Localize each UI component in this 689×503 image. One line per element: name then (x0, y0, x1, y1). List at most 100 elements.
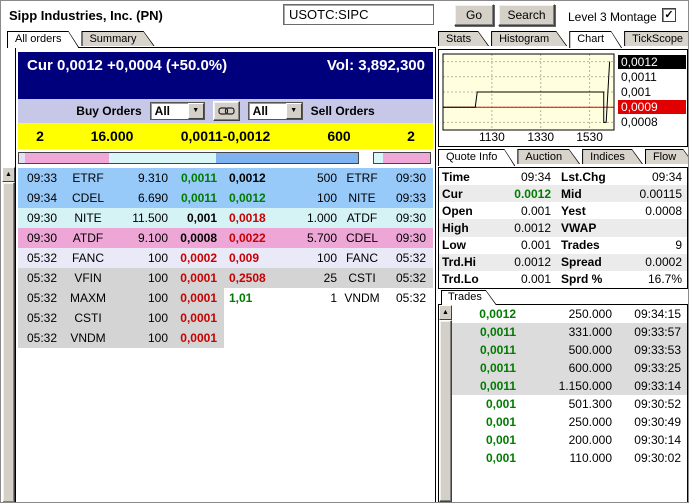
level3-montage-window: Sipp Industries, Inc. (PN) Go Search Lev… (0, 0, 689, 503)
order-book-row[interactable]: 09:34CDEL6.6900,00110,0012100NITE09:33 (18, 188, 433, 208)
sell-filter-value: All (249, 103, 286, 119)
trades-scrollbar[interactable]: ▲ (439, 305, 452, 502)
topbar: Sipp Industries, Inc. (PN) Go Search Lev… (1, 1, 688, 31)
chart-y-axis-label: 0,0011 (618, 70, 686, 84)
quote-info-row: Time09:34Lst.Chg09:34 (439, 168, 687, 185)
symbol-input[interactable] (283, 4, 434, 25)
book-scrollbar[interactable]: ▲ (2, 167, 15, 503)
ask-price: 0,009 (224, 251, 286, 265)
bid-price: 0,001 (168, 211, 224, 225)
tab-quote-info[interactable]: Quote Info (438, 149, 515, 166)
quote-label: Open (439, 204, 489, 218)
tab-histogram[interactable]: Histogram (491, 31, 567, 46)
search-button[interactable]: Search (498, 4, 555, 26)
bid-price: 0,0011 (168, 171, 224, 185)
order-book-row[interactable]: 05:32CSTI1000,0001 (18, 308, 433, 328)
tab-trades[interactable]: Trades (441, 290, 497, 305)
trade-size: 331.000 (516, 325, 612, 339)
ask-size: 500 (286, 171, 337, 185)
quote-info-row: Low0.001Trades9 (439, 237, 687, 254)
bid-time: 05:32 (18, 331, 62, 345)
ask-mm: FANC (337, 251, 387, 265)
chevron-down-icon[interactable]: ▼ (188, 103, 204, 119)
bid-mm: FANC (62, 251, 114, 265)
quote-label: Trd.Hi (439, 255, 489, 269)
tab-summary[interactable]: Summary (81, 31, 154, 46)
ask-half: 0,009100FANC05:32 (224, 248, 433, 268)
bid-size: 11.500 (114, 211, 168, 225)
tab-tickscope[interactable]: TickScope (624, 31, 689, 46)
bid-half: 09:30NITE11.5000,001 (18, 208, 224, 228)
quote-label: Mid (551, 187, 615, 201)
scrollbar-thumb[interactable] (439, 320, 452, 502)
quote-value: 09:34 (489, 170, 551, 184)
chevron-down-icon[interactable]: ▼ (286, 103, 302, 119)
order-book-row[interactable]: 05:32MAXM1000,00011,011VNDM05:32 (18, 288, 433, 308)
quote-label: Trades (551, 238, 615, 252)
quote-label: Spread (551, 255, 615, 269)
link-filters-button[interactable] (213, 101, 240, 121)
tab-flow[interactable]: Flow (645, 149, 689, 164)
bid-half: 05:32VFIN1000,0001 (18, 268, 224, 288)
quote-label: VWAP (551, 221, 615, 235)
sell-filter-select[interactable]: All ▼ (248, 102, 303, 120)
ask-size: 100 (286, 191, 337, 205)
trade-time: 09:33:14 (612, 379, 687, 393)
tab-stats[interactable]: Stats (438, 31, 489, 46)
order-book-row[interactable]: 05:32VNDM1000,0001 (18, 328, 433, 348)
quote-value: 0.0012 (489, 187, 551, 201)
bid-half: 05:32MAXM1000,0001 (18, 288, 224, 308)
order-book-row[interactable]: 05:32FANC1000,00020,009100FANC05:32 (18, 248, 433, 268)
trade-time: 09:33:53 (612, 343, 687, 357)
trade-size: 250.000 (516, 415, 612, 429)
buy-filter-select[interactable]: All ▼ (150, 102, 205, 120)
order-book-row[interactable]: 05:32VFIN1000,00010,250825CSTI05:32 (18, 268, 433, 288)
panel-divider (435, 47, 436, 503)
order-book-row[interactable]: 09:30NITE11.5000,0010,00181.000ATDF09:30 (18, 208, 433, 228)
tab-all-orders[interactable]: All orders (7, 31, 79, 48)
level3-checkbox[interactable]: ✓ (662, 8, 676, 22)
trade-price: 0,0011 (452, 361, 516, 375)
chart-y-axis-label: 0,0009 (618, 100, 686, 114)
chart-y-axis-label: 0,0012 (618, 55, 686, 69)
buy-filter-value: All (151, 103, 188, 119)
bid-size: 100 (114, 251, 168, 265)
bid-mm: VNDM (62, 331, 114, 345)
bid-mm: ATDF (62, 231, 114, 245)
go-button[interactable]: Go (454, 4, 494, 26)
trade-row: 0,0011331.00009:33:57 (452, 323, 687, 341)
scrollbar-thumb[interactable] (2, 182, 15, 503)
trade-price: 0,0011 (452, 343, 516, 357)
tab-label: Summary (82, 32, 153, 46)
quote-label: Cur (439, 187, 489, 201)
depth-bars (18, 152, 433, 164)
trade-price: 0,0011 (452, 325, 516, 339)
trade-size: 600.000 (516, 361, 612, 375)
tab-label: Quote Info (439, 150, 514, 166)
instrument-title: Sipp Industries, Inc. (PN) (9, 8, 163, 23)
quote-value: 0.00115 (615, 187, 687, 201)
trade-time: 09:33:57 (612, 325, 687, 339)
ask-time: 09:30 (387, 171, 433, 185)
ask-price: 1,01 (224, 291, 286, 305)
tab-indices[interactable]: Indices (582, 149, 643, 164)
quote-value: 0.0012 (489, 255, 551, 269)
order-book-row[interactable]: 09:33ETRF9.3100,00110,0012500ETRF09:30 (18, 168, 433, 188)
trades-list: 0,0012250.00009:34:150,0011331.00009:33:… (452, 305, 687, 467)
depth-segment (25, 153, 110, 163)
bid-price: 0,0001 (168, 291, 224, 305)
bid-mm: NITE (62, 211, 114, 225)
ask-size: 25 (286, 271, 337, 285)
bid-time: 09:33 (18, 171, 62, 185)
chart-y-axis-label: 0,001 (618, 85, 686, 99)
order-book: 09:33ETRF9.3100,00110,0012500ETRF09:3009… (18, 168, 433, 348)
tab-chart[interactable]: Chart (569, 31, 622, 48)
trade-time: 09:33:25 (612, 361, 687, 375)
scroll-up-icon[interactable]: ▲ (2, 167, 15, 182)
montage-tabs: All orders Summary (7, 31, 157, 49)
trade-time: 09:30:02 (612, 451, 687, 465)
quote-label: Lst.Chg (551, 170, 615, 184)
order-book-row[interactable]: 09:30ATDF9.1000,00080,00225.700CDEL09:30 (18, 228, 433, 248)
depth-bar-right (373, 152, 431, 164)
tab-auction[interactable]: Auction (517, 149, 580, 164)
